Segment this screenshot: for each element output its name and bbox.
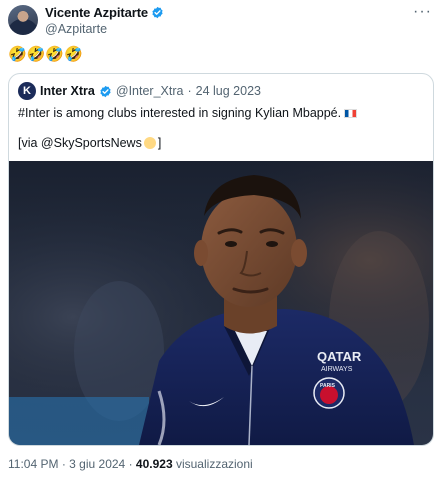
jersey-sponsor-text: QATAR — [317, 349, 362, 364]
tweet-time[interactable]: 11:04 PM — [8, 457, 58, 471]
french-flag-icon — [344, 109, 358, 118]
tweet-date[interactable]: 3 giu 2024 — [69, 457, 125, 471]
tweet-meta: 11:04 PM · 3 giu 2024 · 40.923 visualizz… — [8, 457, 253, 471]
quote-text: #Inter is among clubs interested in sign… — [18, 105, 358, 121]
author-name[interactable]: Vicente Azpitarte — [45, 5, 148, 20]
author-avatar[interactable] — [8, 5, 38, 35]
views-count: 40.923 — [135, 457, 173, 471]
player-photo-illustration: QATAR AIRWAYS PARIS — [9, 161, 433, 445]
quote-avatar[interactable]: K — [18, 82, 36, 100]
quote-header: K Inter Xtra @Inter_Xtra · 24 lug 2023 — [18, 82, 261, 100]
quote-separator: · — [187, 84, 192, 98]
quote-author-name[interactable]: Inter Xtra — [40, 84, 95, 98]
views-label: visualizzazioni — [175, 457, 253, 471]
meta-separator-1: · — [61, 457, 66, 471]
more-options-icon[interactable]: ··· — [413, 4, 432, 20]
jersey-crest-text: PARIS — [320, 383, 336, 389]
author-handle[interactable]: @Azpitarte — [45, 22, 164, 36]
quote-via: [via @SkySportsNews] — [18, 135, 161, 151]
sun-emoji-icon — [143, 137, 156, 149]
quote-verified-badge-icon — [100, 85, 111, 97]
quoted-tweet[interactable]: K Inter Xtra @Inter_Xtra · 24 lug 2023 #… — [8, 73, 434, 446]
tweet: Vicente Azpitarte @Azpitarte ··· 🤣🤣🤣🤣 K … — [0, 0, 442, 480]
verified-badge-icon — [152, 6, 163, 19]
jersey-sponsor-sub-text: AIRWAYS — [321, 366, 353, 373]
meta-separator-2: · — [128, 457, 133, 471]
quote-date[interactable]: 24 lug 2023 — [196, 84, 261, 98]
author-block: Vicente Azpitarte @Azpitarte — [45, 5, 164, 36]
quote-author-handle[interactable]: @Inter_Xtra — [116, 84, 184, 98]
quote-via-prefix: [via @SkySportsNews — [18, 136, 142, 150]
quote-media-photo[interactable]: QATAR AIRWAYS PARIS — [9, 161, 433, 445]
tweet-text: 🤣🤣🤣🤣 — [8, 46, 83, 63]
quote-via-suffix: ] — [157, 136, 162, 150]
quote-text-body: #Inter is among clubs interested in sign… — [18, 106, 342, 120]
